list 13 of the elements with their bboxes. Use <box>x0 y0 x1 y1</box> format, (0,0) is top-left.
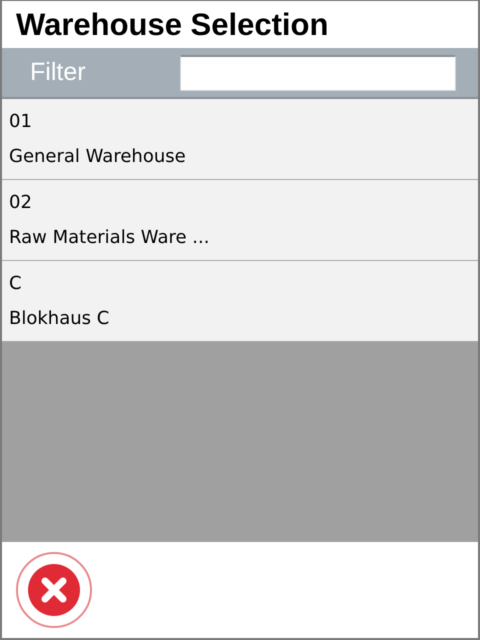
warehouse-code: 02 <box>9 192 33 214</box>
filter-field[interactable] <box>180 54 456 90</box>
warehouse-name: General Warehouse <box>9 146 187 168</box>
filter-label: Filter <box>30 58 87 87</box>
warehouse-code: C <box>9 272 23 294</box>
warehouse-row[interactable]: 02 Raw Materials Ware ... <box>2 180 478 261</box>
warehouse-code: 01 <box>9 110 33 132</box>
window-title: Warehouse Selection <box>15 6 330 44</box>
warehouse-row[interactable]: 01 General Warehouse <box>2 99 478 180</box>
warehouse-name: Raw Materials Ware ... <box>9 226 210 248</box>
warehouse-row[interactable]: C Blokhaus C <box>2 261 478 342</box>
warehouse-name: Blokhaus C <box>9 308 110 330</box>
close-icon <box>27 563 81 617</box>
